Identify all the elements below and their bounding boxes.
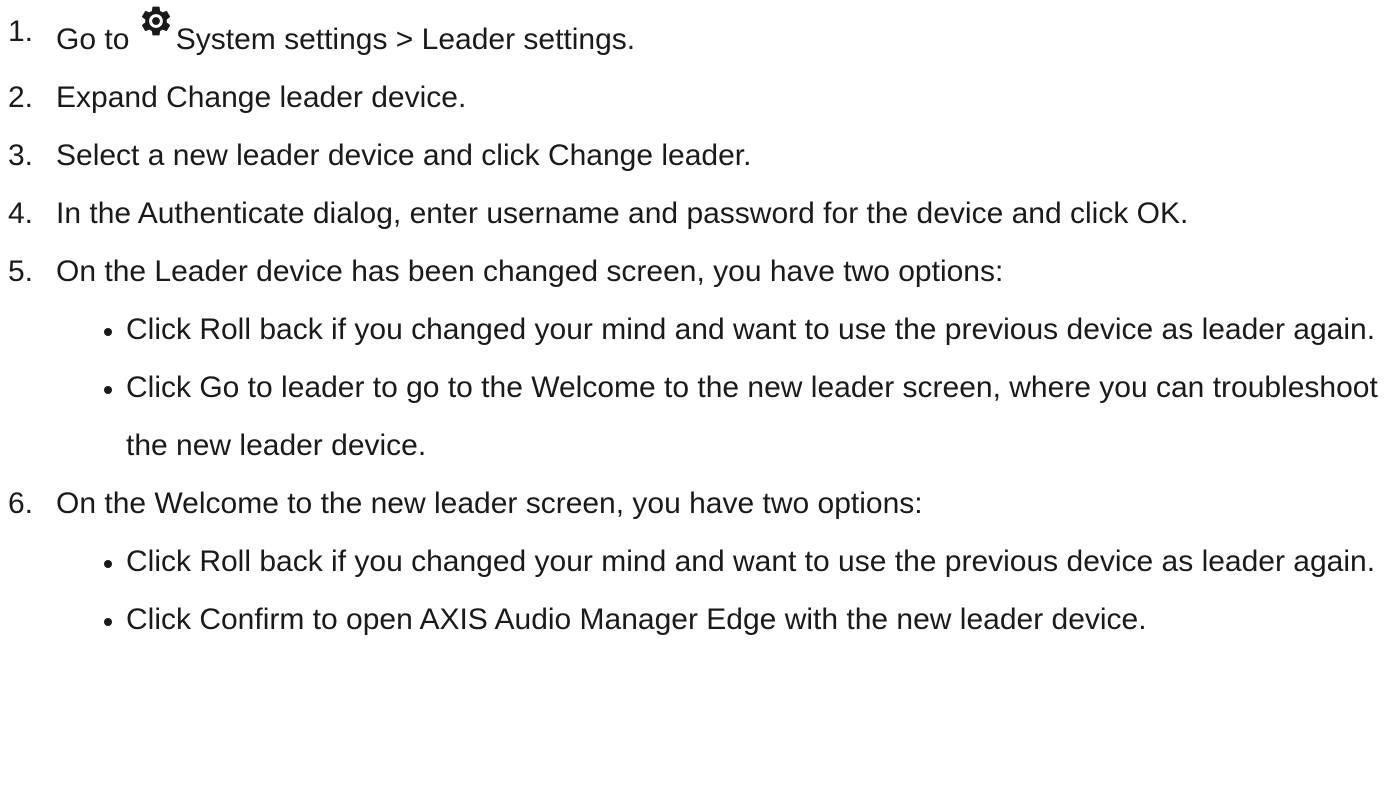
step-text: On the Welcome to the new leader screen,…	[56, 487, 923, 520]
step-2: 2. Expand Change leader device.	[0, 69, 1388, 127]
step-5: 5. On the Leader device has been changed…	[0, 243, 1388, 301]
step-text: On the Leader device has been changed sc…	[56, 255, 1004, 288]
step-number: 3.	[8, 139, 34, 172]
step-6-options: Click Roll back if you changed your mind…	[0, 533, 1388, 649]
step-4: 4. In the Authenticate dialog, enter use…	[0, 185, 1388, 243]
step-6: 6. On the Welcome to the new leader scre…	[0, 475, 1388, 533]
gear-icon	[138, 3, 174, 39]
bullet-item: Click Roll back if you changed your mind…	[0, 301, 1388, 359]
step-3: 3. Select a new leader device and click …	[0, 127, 1388, 185]
step-number: 1.	[8, 15, 34, 48]
step-text: System settings > Leader settings.	[175, 23, 636, 56]
step-number: 5.	[8, 255, 34, 288]
step-number: 4.	[8, 197, 34, 230]
step-1: 1. Go to System settings > Leader settin…	[0, 3, 1388, 69]
bullet-item: Click Roll back if you changed your mind…	[0, 533, 1388, 591]
bullet-item: Click Go to leader to go to the Welcome …	[0, 359, 1388, 475]
bullet-item: Click Confirm to open AXIS Audio Manager…	[0, 591, 1388, 649]
step-text: Select a new leader device and click Cha…	[56, 139, 752, 172]
instruction-list: 1. Go to System settings > Leader settin…	[0, 0, 1388, 649]
step-number: 2.	[8, 81, 34, 114]
step-text: In the Authenticate dialog, enter userna…	[56, 197, 1189, 230]
step-text: Expand Change leader device.	[56, 81, 467, 114]
step-number: 6.	[8, 487, 34, 520]
step-5-options: Click Roll back if you changed your mind…	[0, 301, 1388, 475]
step-text-prefix: Go to	[56, 23, 138, 56]
